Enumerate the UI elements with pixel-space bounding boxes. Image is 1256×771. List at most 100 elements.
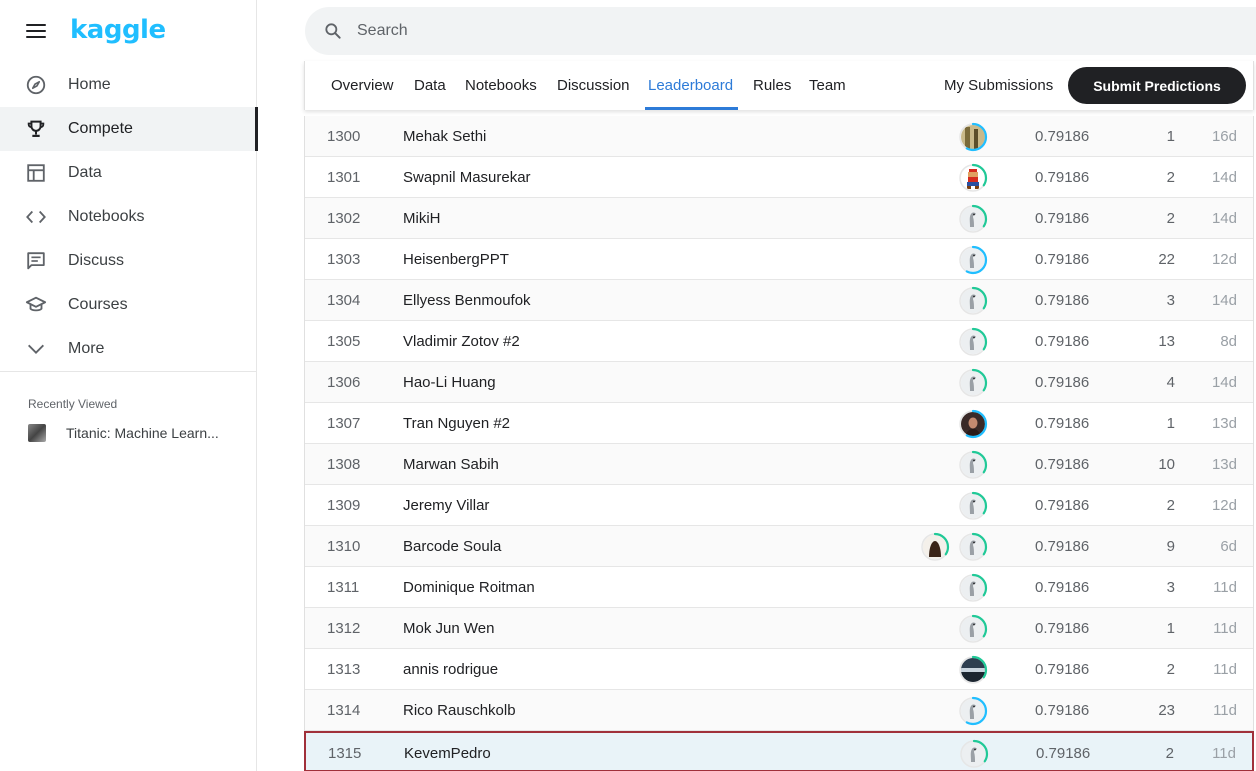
user-avatar[interactable] xyxy=(958,122,988,152)
comment-icon xyxy=(25,250,47,272)
tab-team[interactable]: Team xyxy=(809,77,846,94)
kaggle-logo[interactable]: kaggle xyxy=(70,15,166,45)
team-name-link[interactable]: MikiH xyxy=(403,210,441,227)
team-name-link[interactable]: Dominique Roitman xyxy=(403,579,535,596)
my-submissions-link[interactable]: My Submissions xyxy=(944,77,1053,94)
tab-rules[interactable]: Rules xyxy=(753,77,791,94)
score-cell: 0.79186 xyxy=(1035,333,1090,350)
rank-cell: 1307 xyxy=(327,415,361,432)
team-name-link[interactable]: HeisenbergPPT xyxy=(403,251,509,268)
user-avatar[interactable] xyxy=(958,368,988,398)
user-avatar[interactable] xyxy=(958,573,988,603)
team-name-link[interactable]: Barcode Soula xyxy=(403,538,501,555)
score-cell: 0.79186 xyxy=(1035,661,1090,678)
table-row: 1314 Rico Rauschkolb 0.79186 23 11d xyxy=(305,690,1253,731)
last-submission-cell: 13d xyxy=(1211,456,1237,473)
rank-cell: 1313 xyxy=(327,661,361,678)
sidebar-item-label: Data xyxy=(68,164,102,181)
tab-data[interactable]: Data xyxy=(414,77,446,94)
table-row: 1309 Jeremy Villar 0.79186 2 12d xyxy=(305,485,1253,526)
last-submission-cell: 11d xyxy=(1213,579,1237,596)
recent-item-label: Titanic: Machine Learn... xyxy=(66,425,219,441)
team-name-link[interactable]: Swapnil Masurekar xyxy=(403,169,531,186)
sidebar-item-label: Home xyxy=(68,76,111,93)
user-avatar[interactable] xyxy=(958,163,988,193)
last-submission-cell: 11d xyxy=(1213,702,1237,719)
chevron-down-icon xyxy=(25,338,47,360)
score-cell: 0.79186 xyxy=(1036,745,1091,762)
score-cell: 0.79186 xyxy=(1035,210,1090,227)
user-avatar[interactable] xyxy=(958,327,988,357)
tab-leaderboard[interactable]: Leaderboard xyxy=(648,77,733,94)
table-row: 1300 Mehak Sethi 0.79186 1 16d xyxy=(305,116,1253,157)
sidebar-item-label: More xyxy=(68,340,105,357)
user-avatar[interactable] xyxy=(920,532,950,562)
user-avatar[interactable] xyxy=(958,286,988,316)
score-cell: 0.79186 xyxy=(1035,374,1090,391)
user-avatar[interactable] xyxy=(958,696,988,726)
sidebar-item-data[interactable]: Data xyxy=(0,151,257,195)
score-cell: 0.79186 xyxy=(1035,538,1090,555)
tab-overview[interactable]: Overview xyxy=(331,77,394,94)
sidebar-item-courses[interactable]: Courses xyxy=(0,283,257,327)
team-name-link[interactable]: Jeremy Villar xyxy=(403,497,489,514)
sidebar-item-discuss[interactable]: Discuss xyxy=(0,239,257,283)
user-avatar[interactable] xyxy=(958,532,988,562)
sidebar-item-more[interactable]: More xyxy=(0,327,257,371)
rank-cell: 1302 xyxy=(327,210,361,227)
user-avatar[interactable] xyxy=(958,409,988,439)
tab-discussion[interactable]: Discussion xyxy=(557,77,630,94)
entries-cell: 22 xyxy=(1158,251,1175,268)
team-name-link[interactable]: Vladimir Zotov #2 xyxy=(403,333,520,350)
last-submission-cell: 11d xyxy=(1213,661,1237,678)
sidebar-item-notebooks[interactable]: Notebooks xyxy=(0,195,257,239)
menu-icon[interactable] xyxy=(26,24,46,38)
sidebar-item-label: Compete xyxy=(68,120,133,137)
rank-cell: 1312 xyxy=(327,620,361,637)
rank-cell: 1308 xyxy=(327,456,361,473)
team-name-link[interactable]: Hao-Li Huang xyxy=(403,374,496,391)
team-name-link[interactable]: Mok Jun Wen xyxy=(403,620,494,637)
search-input[interactable] xyxy=(357,19,957,43)
search-bar xyxy=(305,7,1256,55)
user-avatar[interactable] xyxy=(958,450,988,480)
user-avatar[interactable] xyxy=(958,614,988,644)
entries-cell: 3 xyxy=(1166,579,1175,596)
team-name-link[interactable]: annis rodrigue xyxy=(403,661,498,678)
sidebar-item-label: Discuss xyxy=(68,252,125,269)
entries-cell: 2 xyxy=(1166,210,1175,227)
entries-cell: 9 xyxy=(1166,538,1175,555)
team-name-link[interactable]: Mehak Sethi xyxy=(403,128,486,145)
sidebar: kaggle Home Compete Data Notebooks Discuss Co… xyxy=(0,0,258,771)
submit-predictions-button[interactable]: Submit Predictions xyxy=(1068,67,1246,104)
tab-notebooks[interactable]: Notebooks xyxy=(465,77,537,94)
last-submission-cell: 8d xyxy=(1220,333,1237,350)
entries-cell: 2 xyxy=(1166,497,1175,514)
user-avatar[interactable] xyxy=(958,491,988,521)
rank-cell: 1315 xyxy=(328,745,362,762)
score-cell: 0.79186 xyxy=(1035,415,1090,432)
team-name-link[interactable]: Tran Nguyen #2 xyxy=(403,415,510,432)
rank-cell: 1303 xyxy=(327,251,361,268)
sidebar-item-label: Notebooks xyxy=(68,208,145,225)
user-avatar[interactable] xyxy=(959,739,989,769)
recent-item-titanic[interactable]: Titanic: Machine Learn... xyxy=(28,424,219,442)
user-avatar[interactable] xyxy=(958,204,988,234)
sidebar-nav: Home Compete Data Notebooks Discuss Courses Mo… xyxy=(0,63,258,371)
user-avatar[interactable] xyxy=(958,655,988,685)
competition-tabbar: Overview Data Notebooks Discussion Leaderboa… xyxy=(304,61,1254,110)
table-row: 1310 Barcode Soula 0.79186 9 6d xyxy=(305,526,1253,567)
table-row: 1304 Ellyess Benmoufok 0.79186 3 14d xyxy=(305,280,1253,321)
team-name-link[interactable]: Marwan Sabih xyxy=(403,456,499,473)
user-avatar[interactable] xyxy=(958,245,988,275)
sidebar-item-compete[interactable]: Compete xyxy=(0,107,258,151)
last-submission-cell: 12d xyxy=(1211,251,1237,268)
last-submission-cell: 16d xyxy=(1211,128,1237,145)
score-cell: 0.79186 xyxy=(1035,497,1090,514)
entries-cell: 2 xyxy=(1165,745,1174,762)
team-name-link[interactable]: Rico Rauschkolb xyxy=(403,702,516,719)
team-name-link[interactable]: Ellyess Benmoufok xyxy=(403,292,531,309)
entries-cell: 10 xyxy=(1158,456,1175,473)
sidebar-item-home[interactable]: Home xyxy=(0,63,257,107)
team-name-link[interactable]: KevemPedro xyxy=(404,745,491,762)
